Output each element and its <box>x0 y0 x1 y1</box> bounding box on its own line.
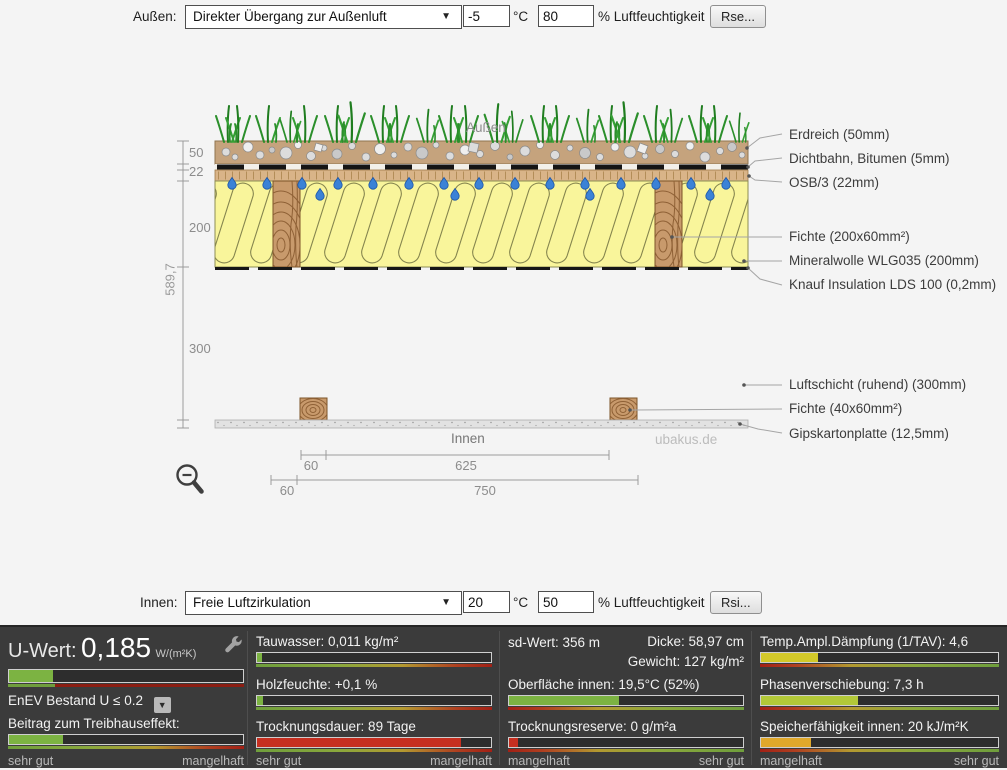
layer-label-fichte-batten[interactable]: Fichte (40x60mm²) <box>789 401 902 416</box>
watermark: ubakus.de <box>655 432 717 447</box>
zoom-out-icon[interactable] <box>178 466 202 492</box>
layer-label-osb[interactable]: OSB/3 (22mm) <box>789 175 879 190</box>
inside-temp-input[interactable] <box>463 591 510 613</box>
dim-earth: 50 <box>189 145 203 160</box>
inside-humidity-input[interactable] <box>538 591 594 613</box>
dim-batten-width: 60 <box>296 458 326 473</box>
rating-right: sehr gut <box>954 754 999 768</box>
batten-left[interactable] <box>298 398 328 422</box>
rating-scale: sehr gut mangelhaft <box>8 754 244 768</box>
layer-label-fichte-rafter[interactable]: Fichte (200x60mm²) <box>789 229 910 244</box>
oberflaeche-bar <box>508 695 744 710</box>
dropdown-arrow-icon: ▼ <box>441 592 451 614</box>
rating-scale: mangelhaft sehr gut <box>760 754 999 768</box>
inside-label: Innen: <box>140 595 178 610</box>
panel-divider <box>247 631 248 765</box>
layer-label-gipskarton[interactable]: Gipskartonplatte (12,5mm) <box>789 426 949 441</box>
gewicht: Gewicht: 127 kg/m² <box>628 654 744 669</box>
outside-humidity-unit: % Luftfeuchtigkeit <box>598 9 705 24</box>
diagram-outside-label: Außen <box>466 120 506 135</box>
dim-offset: 60 <box>272 483 302 498</box>
u-value-label: U-Wert: <box>8 640 77 662</box>
results-col-thermal: Temp.Ampl.Dämpfung (1/TAV): 4,6 Phasenve… <box>760 627 999 770</box>
diagram-inside-label: Innen <box>451 431 485 446</box>
ubakus-u-value-calculator: Außen: Direkter Übergang zur Außenluft ▼… <box>0 0 1007 768</box>
results-col-uvalue: U-Wert: 0,185 W/(m²K) EnEV Bestand U ≤ 0… <box>8 627 244 770</box>
results-panel: U-Wert: 0,185 W/(m²K) EnEV Bestand U ≤ 0… <box>0 625 1007 768</box>
u-value: 0,185 <box>81 632 151 663</box>
inside-airtype-value: Freie Luftzirkulation <box>193 595 311 610</box>
tav-label: Temp.Ampl.Dämpfung (1/TAV): 4,6 <box>760 634 999 649</box>
u-value-bar <box>8 669 244 687</box>
outside-airtype-value: Direkter Übergang zur Außenluft <box>193 9 387 24</box>
rse-button[interactable]: Rse... <box>710 5 766 28</box>
phase-label: Phasenverschiebung: 7,3 h <box>760 677 999 692</box>
u-value-line: U-Wert: 0,185 W/(m²K) <box>8 632 196 664</box>
dim-batten-spacing: 625 <box>446 458 486 473</box>
dim-air: 300 <box>189 341 211 356</box>
trocknungsdauer-bar <box>256 737 492 752</box>
outside-temp-input[interactable] <box>463 5 510 27</box>
u-value-unit: W/(m²K) <box>156 648 197 660</box>
inside-temp-unit: °C <box>513 595 528 610</box>
holzfeuchte-label: Holzfeuchte: +0,1 % <box>256 677 492 692</box>
speicher-bar <box>760 737 999 752</box>
rating-scale: sehr gut mangelhaft <box>256 754 492 768</box>
holzfeuchte-bar <box>256 695 492 710</box>
enev-label: EnEV Bestand U ≤ 0.2 <box>8 693 143 708</box>
panel-divider <box>751 631 752 765</box>
rsi-button[interactable]: Rsi... <box>710 591 762 614</box>
sd-wert-row: sd-Wert: 356 m Dicke: 58,97 cm Gewicht: … <box>508 634 744 652</box>
tauwasser-label: Tauwasser: 0,011 kg/m² <box>256 634 492 649</box>
enev-row: EnEV Bestand U ≤ 0.2 ▼ <box>8 693 171 713</box>
layer-label-luftschicht[interactable]: Luftschicht (ruhend) (300mm) <box>789 377 966 392</box>
oberflaeche-label: Oberfläche innen: 19,5°C (52%) <box>508 677 744 692</box>
dim-osb: 22 <box>189 164 203 179</box>
dim-total-height: 589,7 <box>163 250 178 310</box>
rating-left: mangelhaft <box>508 754 570 768</box>
dimension-left <box>177 141 189 428</box>
wrench-icon[interactable] <box>224 635 242 653</box>
gypsum-layer[interactable] <box>215 420 748 428</box>
layer-label-erdreich[interactable]: Erdreich (50mm) <box>789 127 890 142</box>
dim-total-width: 750 <box>465 483 505 498</box>
outside-airtype-select[interactable]: Direkter Übergang zur Außenluft ▼ <box>185 5 462 29</box>
tauwasser-bar <box>256 652 492 667</box>
dicke: Dicke: 58,97 cm <box>647 634 744 649</box>
sd-wert: sd-Wert: 356 m <box>508 635 600 650</box>
enev-dropdown-icon[interactable]: ▼ <box>154 697 171 713</box>
trocknungsreserve-label: Trocknungsreserve: 0 g/m²a <box>508 719 744 734</box>
rating-right: mangelhaft <box>182 754 244 768</box>
rating-left: sehr gut <box>8 754 53 768</box>
outside-humidity-input[interactable] <box>538 5 594 27</box>
results-col-moisture: Tauwasser: 0,011 kg/m² Holzfeuchte: +0,1… <box>256 627 492 770</box>
rating-left: sehr gut <box>256 754 301 768</box>
tav-bar <box>760 652 999 667</box>
dropdown-arrow-icon: ▼ <box>441 6 451 28</box>
ghg-bar <box>8 734 244 749</box>
layer-label-mineralwolle[interactable]: Mineralwolle WLG035 (200mm) <box>789 253 979 268</box>
trocknungsreserve-bar <box>508 737 744 752</box>
rating-scale: mangelhaft sehr gut <box>508 754 744 768</box>
earth-layer[interactable] <box>215 141 748 164</box>
panel-divider <box>499 631 500 765</box>
rating-left: mangelhaft <box>760 754 822 768</box>
outside-temp-unit: °C <box>513 9 528 24</box>
rating-right: sehr gut <box>699 754 744 768</box>
dim-insulation: 200 <box>189 220 211 235</box>
trocknungsdauer-label: Trocknungsdauer: 89 Tage <box>256 719 492 734</box>
layer-label-dichtbahn[interactable]: Dichtbahn, Bitumen (5mm) <box>789 151 950 166</box>
outside-label: Außen: <box>133 9 177 24</box>
inside-airtype-select[interactable]: Freie Luftzirkulation ▼ <box>185 591 462 615</box>
ghg-label: Beitrag zum Treibhauseffekt: <box>8 716 180 731</box>
phase-bar <box>760 695 999 710</box>
speicher-label: Speicherfähigkeit innen: 20 kJ/m²K <box>760 719 999 734</box>
layer-label-knauf-membrane[interactable]: Knauf Insulation LDS 100 (0,2mm) <box>789 277 996 292</box>
results-col-surface: sd-Wert: 356 m Dicke: 58,97 cm Gewicht: … <box>508 627 744 770</box>
inside-humidity-unit: % Luftfeuchtigkeit <box>598 595 705 610</box>
osb-layer[interactable] <box>215 170 748 181</box>
bitumen-layer[interactable] <box>215 164 748 170</box>
rating-right: mangelhaft <box>430 754 492 768</box>
